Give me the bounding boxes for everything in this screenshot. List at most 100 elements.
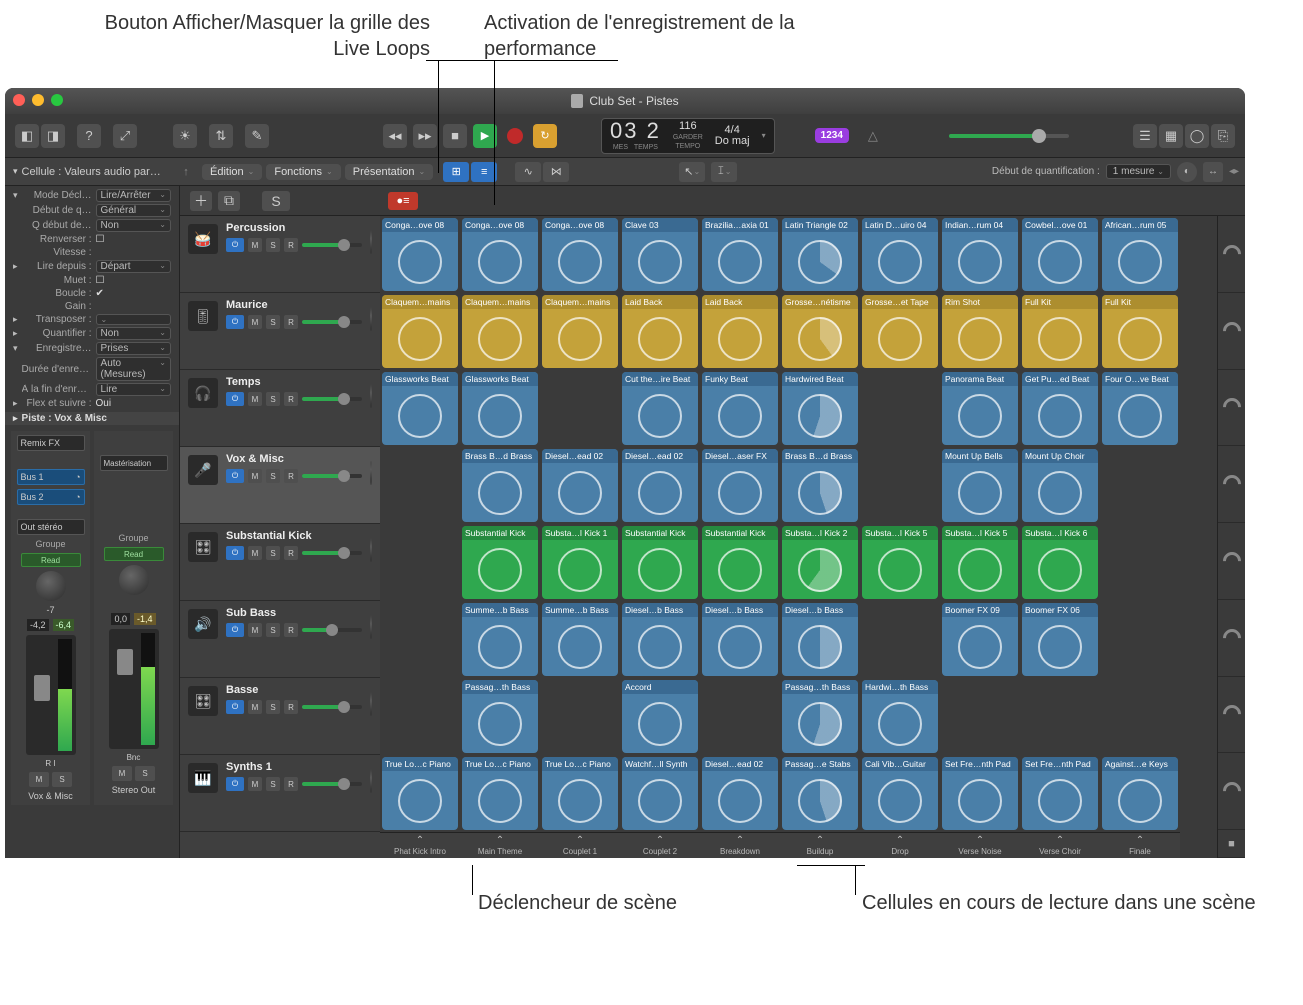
track-mute-button[interactable]: M — [248, 623, 262, 637]
loop-cell[interactable]: African…rum 05 — [1100, 216, 1180, 293]
scene-trigger[interactable]: ⌃Main Theme — [460, 833, 540, 858]
track-pan-knob[interactable] — [370, 230, 372, 254]
track-mute-button[interactable]: M — [248, 469, 262, 483]
insert-slot[interactable]: Remix FX — [17, 435, 85, 451]
loop-cell[interactable]: Summe…b Bass — [460, 601, 540, 678]
scene-trigger[interactable]: ⌃Verse Choir — [1020, 833, 1100, 858]
track-header[interactable]: 🥁 Percussion ⏻ M S R — [180, 216, 380, 293]
loop-cell[interactable]: True Lo…c Piano — [540, 755, 620, 832]
scene-trigger[interactable]: ⌃Verse Noise — [940, 833, 1020, 858]
mixer-button[interactable]: ⇅ — [209, 124, 233, 148]
inspector-button[interactable]: ◨ — [41, 124, 65, 148]
inspector-row[interactable]: ▸Muet :☐ — [5, 274, 179, 287]
loop-cell[interactable]: Set Fre…nth Pad — [940, 755, 1020, 832]
loop-cell[interactable]: Diesel…b Bass — [700, 601, 780, 678]
scene-trigger[interactable]: ⌃Buildup — [780, 833, 860, 858]
scene-trigger[interactable]: ⌃Finale — [1100, 833, 1180, 858]
loop-cell[interactable]: Diesel…b Bass — [620, 601, 700, 678]
track-pan-knob[interactable] — [370, 307, 372, 331]
track-record-button[interactable]: R — [284, 315, 298, 329]
loop-cell[interactable]: Mount Up Choir — [1020, 447, 1100, 524]
track-mute-button[interactable]: M — [248, 392, 262, 406]
help-button[interactable]: ? — [77, 124, 101, 148]
inspector-row[interactable]: ▸Q début de…Non⌄ — [5, 218, 179, 233]
track-header[interactable]: 🎧 Temps ⏻ M S R — [180, 370, 380, 447]
track-volume-slider[interactable] — [302, 700, 362, 714]
flex-button[interactable]: ⋈ — [543, 162, 569, 182]
loop-cell[interactable] — [380, 601, 460, 678]
loop-cell[interactable]: Substa…l Kick 2 — [780, 524, 860, 601]
loop-cell[interactable]: Watchf…ll Synth — [620, 755, 700, 832]
track-volume-slider[interactable] — [302, 546, 362, 560]
loop-cell[interactable]: Cut the…ire Beat — [620, 370, 700, 447]
loop-cell[interactable] — [860, 370, 940, 447]
track-record-button[interactable]: R — [284, 546, 298, 560]
inspector-row[interactable]: ▸Quantifier :Non⌄ — [5, 326, 179, 341]
loop-cell[interactable]: Full Kit — [1020, 293, 1100, 370]
loop-cell[interactable]: Brazilia…axia 01 — [700, 216, 780, 293]
media-browser-button[interactable]: ⎘ — [1211, 124, 1235, 148]
loop-cell[interactable]: Substa…l Kick 1 — [540, 524, 620, 601]
row-trigger[interactable] — [1218, 370, 1245, 447]
track-header[interactable]: 🔊 Sub Bass ⏻ M S R — [180, 601, 380, 678]
inspector-row[interactable]: ▸Boucle :✔ — [5, 287, 179, 300]
loop-cell[interactable]: Substantial Kick — [620, 524, 700, 601]
loop-cell[interactable]: Conga…ove 08 — [380, 216, 460, 293]
row-trigger[interactable] — [1218, 753, 1245, 830]
loop-cell[interactable]: Grosse…et Tape — [860, 293, 940, 370]
loop-cell[interactable]: Diesel…ead 02 — [620, 447, 700, 524]
loop-cell[interactable]: Diesel…ead 02 — [700, 755, 780, 832]
track-power-button[interactable]: ⏻ — [226, 623, 244, 637]
loop-cell[interactable]: Claquem…mains — [380, 293, 460, 370]
loop-cell[interactable]: Glassworks Beat — [460, 370, 540, 447]
loop-cell[interactable]: Mount Up Bells — [940, 447, 1020, 524]
track-power-button[interactable]: ⏻ — [226, 546, 244, 560]
record-button[interactable] — [503, 124, 527, 148]
track-volume-slider[interactable] — [302, 238, 362, 252]
display-mode-button[interactable]: ☀ — [173, 124, 197, 148]
loop-cell[interactable] — [1100, 524, 1180, 601]
loop-cell[interactable] — [380, 678, 460, 755]
scene-trigger[interactable]: ⌃Breakdown — [700, 833, 780, 858]
scene-trigger[interactable]: ⌃Drop — [860, 833, 940, 858]
quantize-mode-button[interactable]: ◐ — [1177, 162, 1197, 182]
row-trigger[interactable] — [1218, 216, 1245, 293]
loop-cell[interactable]: Diesel…b Bass — [780, 601, 860, 678]
inspector-header-cell[interactable]: ▾ Cellule : Valeurs audio par… — [5, 166, 180, 178]
loop-cell[interactable]: Passag…th Bass — [780, 678, 860, 755]
loop-cell[interactable]: Grosse…nétisme — [780, 293, 860, 370]
track-record-button[interactable]: R — [284, 700, 298, 714]
loop-cell[interactable]: Rim Shot — [940, 293, 1020, 370]
editor-button[interactable]: ✎ — [245, 124, 269, 148]
loop-cell[interactable] — [380, 447, 460, 524]
loop-cell[interactable]: Latin Triangle 02 — [780, 216, 860, 293]
loop-cell[interactable] — [540, 678, 620, 755]
close-button[interactable] — [13, 94, 25, 106]
loop-cell[interactable] — [540, 370, 620, 447]
count-in-button[interactable]: 1234 — [815, 128, 849, 143]
toolbar-toggle-button[interactable]: ⤢ — [113, 124, 137, 148]
track-mute-button[interactable]: M — [248, 777, 262, 791]
track-power-button[interactable]: ⏻ — [226, 469, 244, 483]
output-slot[interactable]: Out stéréo — [17, 519, 85, 535]
rewind-button[interactable]: ◂◂ — [383, 124, 407, 148]
inspector-row[interactable]: ▸Début de q…Général⌄ — [5, 203, 179, 218]
track-header[interactable]: 🎹 Synths 1 ⏻ M S R — [180, 755, 380, 832]
track-volume-slider[interactable] — [302, 469, 362, 483]
loop-cell[interactable]: Hardwi…th Bass — [860, 678, 940, 755]
track-header[interactable]: 🎛 Substantial Kick ⏻ M S R — [180, 524, 380, 601]
row-trigger[interactable] — [1218, 293, 1245, 370]
pan-knob[interactable] — [36, 571, 66, 601]
loop-cell[interactable]: Diesel…aser FX — [700, 447, 780, 524]
automation-read[interactable]: Read — [21, 553, 81, 567]
edit-menu[interactable]: Édition⌄ — [202, 164, 262, 180]
lcd-display[interactable]: 03 2 MES TEMPS 116 GARDER TEMPO 4/4 Do m… — [601, 118, 775, 154]
track-record-button[interactable]: R — [284, 777, 298, 791]
loop-cell[interactable]: Claquem…mains — [540, 293, 620, 370]
solo-button-out[interactable]: S — [135, 766, 155, 781]
scene-trigger[interactable]: ⌃Couplet 2 — [620, 833, 700, 858]
loop-cell[interactable]: Brass B…d Brass — [460, 447, 540, 524]
minimize-button[interactable] — [32, 94, 44, 106]
inspector-row[interactable]: ▾Enregistre…Prises⌄ — [5, 341, 179, 356]
mute-button[interactable]: M — [29, 772, 49, 787]
